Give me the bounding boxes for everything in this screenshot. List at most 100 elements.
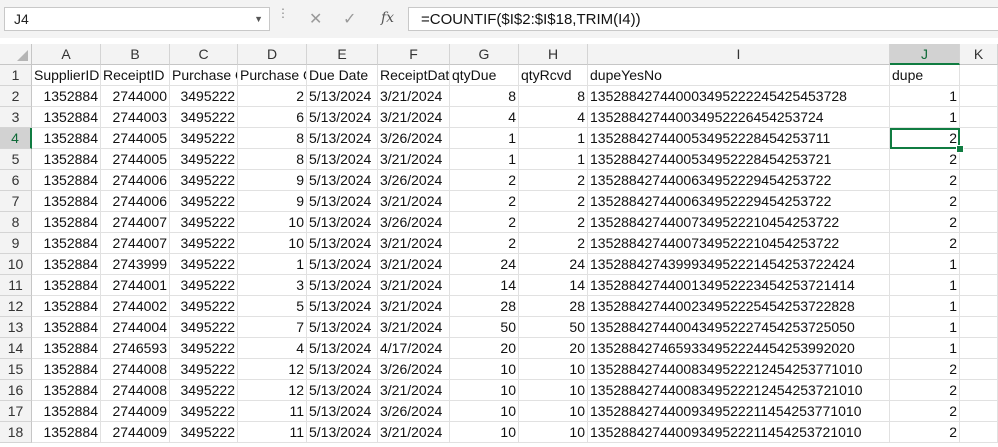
table-cell[interactable]: 2 xyxy=(519,233,588,254)
table-cell[interactable]: 3/26/2024 xyxy=(378,128,450,149)
table-cell[interactable]: 2744002 xyxy=(101,296,170,317)
column-header-d[interactable]: D xyxy=(238,44,307,65)
table-cell[interactable] xyxy=(960,128,998,149)
table-cell[interactable]: 3495222 xyxy=(170,338,238,359)
table-cell[interactable]: 2744008 xyxy=(101,359,170,380)
table-cell[interactable] xyxy=(960,380,998,401)
table-cell[interactable]: 1 xyxy=(890,254,960,275)
table-cell[interactable]: 5/13/2024 xyxy=(307,212,378,233)
row-header-9[interactable]: 9 xyxy=(0,233,32,254)
table-cell[interactable]: 1352884 xyxy=(32,275,101,296)
table-cell[interactable]: 3495222 xyxy=(170,317,238,338)
header-cell[interactable]: Due Date xyxy=(307,65,378,86)
table-cell[interactable]: 2744003 xyxy=(101,107,170,128)
table-cell[interactable] xyxy=(960,338,998,359)
table-cell[interactable]: 3495222 xyxy=(170,296,238,317)
table-cell[interactable]: 3495222 xyxy=(170,149,238,170)
table-cell[interactable]: 3/26/2024 xyxy=(378,212,450,233)
table-cell[interactable]: 2 xyxy=(890,380,960,401)
table-cell[interactable]: 3495222 xyxy=(170,212,238,233)
table-cell[interactable]: 3/21/2024 xyxy=(378,422,450,443)
column-header-e[interactable]: E xyxy=(307,44,378,65)
row-header-8[interactable]: 8 xyxy=(0,212,32,233)
fill-handle[interactable] xyxy=(956,145,964,153)
cancel-icon[interactable]: ✕ xyxy=(309,9,322,29)
table-cell[interactable]: 5/13/2024 xyxy=(307,191,378,212)
table-cell[interactable]: 14 xyxy=(519,275,588,296)
chevron-down-icon[interactable]: ▼ xyxy=(254,14,263,24)
table-cell[interactable] xyxy=(960,191,998,212)
table-cell[interactable]: 3/21/2024 xyxy=(378,254,450,275)
table-cell[interactable]: 5/13/2024 xyxy=(307,275,378,296)
table-cell[interactable]: 2744006 xyxy=(101,191,170,212)
table-cell[interactable]: 3495222 xyxy=(170,170,238,191)
table-cell[interactable]: 2744004 xyxy=(101,317,170,338)
table-cell[interactable]: 1352884274400634952229454253722 xyxy=(588,170,890,191)
table-cell[interactable]: 5/13/2024 xyxy=(307,128,378,149)
table-cell[interactable]: 28 xyxy=(450,296,519,317)
table-cell[interactable]: 5 xyxy=(238,296,307,317)
table-cell[interactable]: 1 xyxy=(890,107,960,128)
table-cell[interactable]: 1352884 xyxy=(32,254,101,275)
table-cell[interactable] xyxy=(960,107,998,128)
table-cell[interactable]: 12 xyxy=(238,359,307,380)
table-cell[interactable]: 2 xyxy=(890,233,960,254)
table-cell[interactable]: 3/21/2024 xyxy=(378,86,450,107)
table-cell[interactable] xyxy=(960,275,998,296)
table-cell[interactable]: 10 xyxy=(238,233,307,254)
table-cell[interactable]: 3495222 xyxy=(170,86,238,107)
select-all-button[interactable] xyxy=(0,44,32,65)
table-cell[interactable]: 8 xyxy=(238,149,307,170)
table-cell[interactable]: 1352884274400534952228454253721 xyxy=(588,149,890,170)
table-cell[interactable]: 1352884 xyxy=(32,422,101,443)
row-header-12[interactable]: 12 xyxy=(0,296,32,317)
table-cell[interactable]: 1352884274400434952227454253725050 xyxy=(588,317,890,338)
table-cell[interactable]: 2 xyxy=(519,170,588,191)
table-cell[interactable]: 1352884 xyxy=(32,401,101,422)
column-header-j[interactable]: J xyxy=(890,44,960,65)
table-cell[interactable]: 2 xyxy=(238,86,307,107)
column-header-g[interactable]: G xyxy=(450,44,519,65)
table-cell[interactable]: 5/13/2024 xyxy=(307,296,378,317)
table-cell[interactable]: 2744005 xyxy=(101,149,170,170)
table-cell[interactable]: 5/13/2024 xyxy=(307,401,378,422)
table-cell[interactable]: 2746593 xyxy=(101,338,170,359)
table-cell[interactable]: 50 xyxy=(450,317,519,338)
table-cell[interactable]: 7 xyxy=(238,317,307,338)
table-cell[interactable]: 1352884 xyxy=(32,170,101,191)
table-cell[interactable]: 3495222 xyxy=(170,422,238,443)
column-header-i[interactable]: I xyxy=(588,44,890,65)
table-cell[interactable]: 3/21/2024 xyxy=(378,380,450,401)
table-cell[interactable]: 13528842744008349522212454253721010 xyxy=(588,380,890,401)
table-cell[interactable]: 1352884274400634952229454253722 xyxy=(588,191,890,212)
table-cell[interactable]: 1352884 xyxy=(32,107,101,128)
column-header-f[interactable]: F xyxy=(378,44,450,65)
table-cell[interactable]: 2744009 xyxy=(101,401,170,422)
table-cell[interactable]: 4 xyxy=(238,338,307,359)
table-cell[interactable] xyxy=(960,296,998,317)
table-cell[interactable]: 1 xyxy=(890,275,960,296)
table-cell[interactable] xyxy=(960,359,998,380)
table-cell[interactable]: 5/13/2024 xyxy=(307,359,378,380)
table-cell[interactable]: 1352884 xyxy=(32,359,101,380)
name-box[interactable]: J4 ▼ xyxy=(4,7,270,31)
table-cell[interactable]: 3495222 xyxy=(170,401,238,422)
formula-input[interactable]: =COUNTIF($I$2:$I$18,TRIM(I4)) xyxy=(408,7,998,31)
table-cell[interactable] xyxy=(960,212,998,233)
table-cell[interactable]: 3 xyxy=(238,275,307,296)
table-cell[interactable]: 3/21/2024 xyxy=(378,317,450,338)
row-header-1[interactable]: 1 xyxy=(0,65,32,86)
header-cell[interactable]: qtyDue xyxy=(450,65,519,86)
table-cell[interactable]: 10 xyxy=(519,359,588,380)
table-cell[interactable]: 1 xyxy=(890,86,960,107)
table-cell[interactable]: 1352884 xyxy=(32,233,101,254)
table-cell[interactable]: 1352884274659334952224454253992020 xyxy=(588,338,890,359)
table-cell[interactable]: 50 xyxy=(519,317,588,338)
table-cell[interactable]: 2744007 xyxy=(101,233,170,254)
table-cell[interactable]: 5/13/2024 xyxy=(307,86,378,107)
table-cell[interactable]: 2 xyxy=(890,191,960,212)
row-header-16[interactable]: 16 xyxy=(0,380,32,401)
table-cell[interactable]: 11 xyxy=(238,401,307,422)
table-cell[interactable]: 11 xyxy=(238,422,307,443)
table-cell[interactable]: 10 xyxy=(450,359,519,380)
